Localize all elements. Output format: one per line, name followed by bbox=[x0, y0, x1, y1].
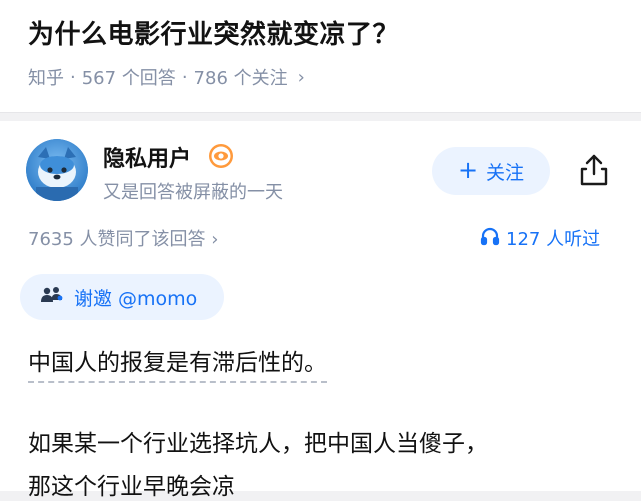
answers-count: 567 个回答 bbox=[81, 68, 176, 89]
invite-tag[interactable]: 谢邀 @momo bbox=[20, 274, 224, 320]
mascot-avatar-icon[interactable] bbox=[26, 139, 88, 201]
votes-count: 7635 人赞同了该回答 bbox=[28, 229, 206, 250]
votes-text[interactable]: 7635 人赞同了该回答 › bbox=[28, 225, 218, 251]
listen-count[interactable]: 127 人听过 bbox=[480, 225, 600, 251]
headphones-icon bbox=[480, 226, 500, 251]
meta-separator: · bbox=[181, 66, 188, 88]
source-label: 知乎 bbox=[28, 68, 64, 89]
people-icon bbox=[40, 285, 64, 309]
plus-icon: + bbox=[457, 156, 479, 184]
eye-badge-icon bbox=[208, 143, 234, 169]
follow-button[interactable]: + 关注 bbox=[432, 147, 550, 195]
meta-separator: · bbox=[70, 66, 76, 88]
followers-count: 786 个关注 bbox=[193, 68, 288, 89]
question-card: 为什么电影行业突然就变凉了？ 知乎 · 567 个回答 · 786 个关注 › bbox=[0, 0, 641, 113]
share-icon[interactable] bbox=[578, 153, 610, 187]
invite-text: 谢邀 @momo bbox=[74, 287, 198, 310]
author-name[interactable]: 隐私用户 bbox=[103, 141, 191, 173]
question-meta[interactable]: 知乎 · 567 个回答 · 786 个关注 › bbox=[28, 64, 305, 90]
listen-text: 127 人听过 bbox=[506, 229, 601, 250]
chevron-right-icon: › bbox=[297, 66, 305, 88]
answer-paragraph: 中国人的报复是有滞后性的。 bbox=[28, 343, 327, 383]
answer-card: 隐私用户 又是回答被屏蔽的一天 + 关注 7635 人赞同了该回答 › 127 … bbox=[0, 121, 641, 500]
author-bio: 又是回答被屏蔽的一天 bbox=[103, 182, 283, 203]
question-title[interactable]: 为什么电影行业突然就变凉了？ bbox=[28, 14, 399, 51]
answer-paragraph: 那这个行业早晚会凉 bbox=[28, 474, 235, 500]
chevron-right-icon: › bbox=[211, 229, 219, 250]
answer-paragraph: 如果某一个行业选择坑人，把中国人当傻子， bbox=[28, 431, 488, 457]
follow-label: 关注 bbox=[486, 161, 525, 184]
